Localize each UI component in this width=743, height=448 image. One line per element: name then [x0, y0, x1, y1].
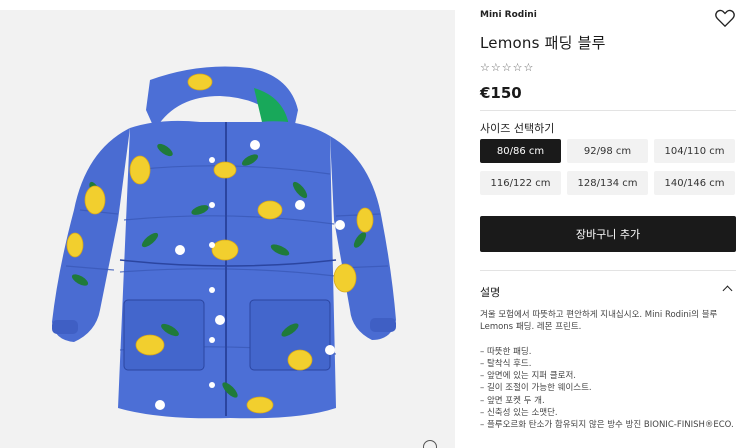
list-item: – 따뜻한 패딩. — [480, 346, 532, 357]
rating-stars[interactable]: ☆☆☆☆☆ — [480, 61, 534, 74]
list-item: – 앞면에 있는 지퍼 클로저. — [480, 371, 576, 382]
description-body: 겨울 모험에서 따뜻하고 편안하게 지내십시오. Mini Rodini의 블루… — [480, 309, 736, 432]
product-price: €150 — [480, 84, 522, 102]
divider — [480, 110, 736, 111]
size-option-104-110[interactable]: 104/110 cm — [654, 139, 735, 163]
jacket-illustration — [52, 66, 396, 419]
list-item: – 신축성 있는 소맷단. — [480, 408, 558, 419]
chevron-up-icon[interactable] — [722, 285, 733, 296]
size-option-116-122[interactable]: 116/122 cm — [480, 171, 561, 195]
feature-list: – 따뜻한 패딩. – 탈착식 후드. – 앞면에 있는 지퍼 클로저. – 길… — [480, 346, 736, 432]
description-heading[interactable]: 설명 — [480, 284, 500, 300]
product-info-panel: Mini Rodini Lemons 패딩 블루 ☆☆☆☆☆ €150 사이즈 … — [480, 0, 736, 448]
size-option-80-86[interactable]: 80/86 cm — [480, 139, 561, 163]
product-title: Lemons 패딩 블루 — [480, 34, 606, 52]
list-item: – 플루오르화 탄소가 함유되지 않은 방수 방진 BIONIC-FINISH®… — [480, 420, 734, 431]
size-option-92-98[interactable]: 92/98 cm — [567, 139, 648, 163]
description-intro: 겨울 모험에서 따뜻하고 편안하게 지내십시오. Mini Rodini의 블루… — [480, 310, 718, 333]
size-option-140-146[interactable]: 140/146 cm — [654, 171, 735, 195]
size-option-128-134[interactable]: 128/134 cm — [567, 171, 648, 195]
product-image[interactable] — [0, 10, 455, 448]
list-item: – 길이 조절이 가능한 웨이스트. — [480, 383, 592, 394]
list-item: – 탈착식 후드. — [480, 358, 532, 369]
zoom-icon[interactable] — [423, 440, 437, 448]
size-selector-label: 사이즈 선택하기 — [480, 122, 555, 135]
heart-icon[interactable] — [714, 8, 736, 28]
brand-name[interactable]: Mini Rodini — [480, 10, 537, 20]
list-item: – 앞면 포켓 두 개. — [480, 395, 545, 406]
divider — [480, 270, 736, 271]
add-to-cart-button[interactable]: 장바구니 추가 — [480, 216, 736, 252]
size-selector: 80/86 cm 92/98 cm 104/110 cm 116/122 cm … — [480, 139, 736, 195]
